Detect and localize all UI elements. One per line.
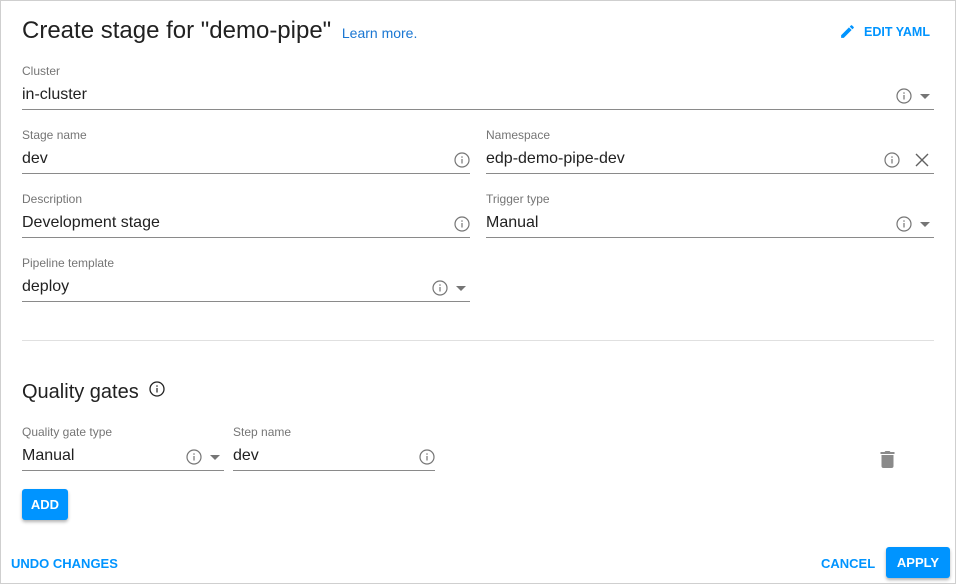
description-value: Development stage bbox=[22, 214, 160, 231]
namespace-label: Namespace bbox=[486, 128, 551, 142]
info-icon[interactable] bbox=[896, 216, 912, 232]
cluster-label: Cluster bbox=[22, 64, 61, 78]
trigger-type-underline bbox=[486, 237, 934, 238]
close-icon[interactable] bbox=[914, 152, 930, 168]
dialog-title: Create stage for "demo-pipe" bbox=[22, 17, 332, 44]
quality-gate-type-label: Quality gate type bbox=[22, 425, 113, 439]
learn-more-link[interactable]: Learn more. bbox=[342, 25, 417, 41]
cluster-value: in-cluster bbox=[22, 86, 87, 103]
trigger-type-label: Trigger type bbox=[486, 192, 550, 206]
quality-gates-title: Quality gates bbox=[22, 381, 139, 403]
dialog-header: Create stage for "demo-pipe" Learn more. bbox=[22, 17, 417, 45]
edit-yaml-button[interactable]: EDIT YAML bbox=[839, 23, 930, 40]
stage-name-underline bbox=[22, 173, 470, 174]
step-name-underline bbox=[233, 470, 435, 471]
add-quality-gate-button[interactable]: ADD bbox=[22, 489, 68, 520]
pipeline-template-value: deploy bbox=[22, 278, 70, 295]
chevron-down-icon[interactable] bbox=[920, 221, 930, 227]
quality-gates-heading: Quality gates bbox=[22, 380, 165, 404]
delete-icon[interactable] bbox=[880, 450, 895, 468]
step-name-label: Step name bbox=[233, 425, 292, 439]
info-icon[interactable] bbox=[432, 280, 448, 296]
quality-gate-type-underline bbox=[22, 470, 224, 471]
quality-gate-type-value: Manual bbox=[22, 447, 75, 464]
info-icon[interactable] bbox=[186, 449, 202, 465]
edit-yaml-label: EDIT YAML bbox=[864, 24, 930, 39]
create-stage-dialog: Create stage for "demo-pipe" Learn more.… bbox=[0, 0, 956, 584]
cluster-underline bbox=[22, 109, 934, 110]
namespace-value: edp-demo-pipe-dev bbox=[486, 150, 625, 167]
pencil-icon bbox=[841, 25, 854, 38]
pipeline-template-label: Pipeline template bbox=[22, 256, 115, 270]
pipeline-template-underline bbox=[22, 301, 470, 302]
undo-changes-button[interactable]: UNDO CHANGES bbox=[11, 556, 118, 571]
cancel-button[interactable]: CANCEL bbox=[821, 556, 875, 571]
description-label: Description bbox=[22, 192, 83, 206]
stage-name-label: Stage name bbox=[22, 128, 87, 142]
apply-button[interactable]: APPLY bbox=[886, 547, 950, 578]
chevron-down-icon[interactable] bbox=[210, 454, 220, 460]
chevron-down-icon[interactable] bbox=[920, 93, 930, 99]
info-icon[interactable] bbox=[884, 152, 900, 168]
info-icon[interactable] bbox=[149, 380, 165, 397]
info-icon[interactable] bbox=[419, 449, 435, 465]
stage-name-value: dev bbox=[22, 150, 48, 167]
trigger-type-value: Manual bbox=[486, 214, 539, 231]
description-underline bbox=[22, 237, 470, 238]
info-icon[interactable] bbox=[454, 152, 470, 168]
namespace-underline bbox=[486, 173, 934, 174]
info-icon[interactable] bbox=[896, 88, 912, 104]
section-divider bbox=[22, 340, 934, 341]
chevron-down-icon[interactable] bbox=[456, 285, 466, 291]
info-icon[interactable] bbox=[454, 216, 470, 232]
step-name-value: dev bbox=[233, 447, 259, 464]
